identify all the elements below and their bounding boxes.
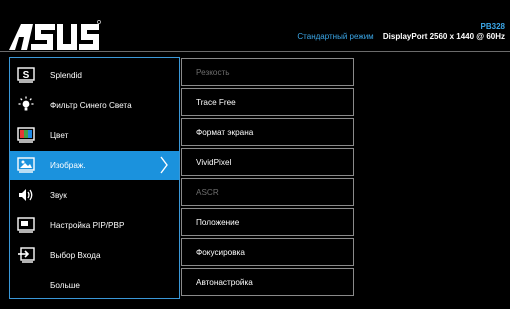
- submenu-item-auto-adjust[interactable]: Автонастройка: [181, 268, 354, 296]
- asus-logo: [9, 20, 101, 50]
- svg-text:S: S: [23, 70, 30, 81]
- input-select-icon: [17, 246, 35, 264]
- header-info: PB328 Стандартный режим DisplayPort 2560…: [297, 22, 505, 42]
- image-submenu: Резкость Trace Free Формат экрана VividP…: [181, 57, 356, 299]
- color-palette-icon: [17, 126, 35, 144]
- menu-item-bluelight[interactable]: Фильтр Синего Света: [10, 91, 179, 120]
- main-menu: S Splendid Фильтр Синего Света Цвет Изоб…: [9, 57, 180, 299]
- submenu-item-ascr: ASCR: [181, 178, 354, 206]
- header-divider: [0, 51, 510, 52]
- model-name: PB328: [480, 22, 505, 31]
- current-mode: Стандартный режим: [297, 32, 374, 41]
- menu-item-sound[interactable]: Звук: [10, 181, 179, 210]
- menu-item-label: Фильтр Синего Света: [50, 101, 132, 110]
- menu-item-label: Выбор Входа: [50, 251, 101, 260]
- submenu-item-sharpness: Резкость: [181, 58, 354, 86]
- submenu-item-trace-free[interactable]: Trace Free: [181, 88, 354, 116]
- chevron-right-icon: [159, 156, 169, 176]
- menu-item-image[interactable]: Изображ.: [10, 151, 179, 180]
- splendid-s-icon: S: [17, 66, 35, 84]
- input-status: DisplayPort 2560 x 1440 @ 60Hz: [382, 32, 505, 41]
- submenu-item-aspect-control[interactable]: Формат экрана: [181, 118, 354, 146]
- submenu-item-focus[interactable]: Фокусировка: [181, 238, 354, 266]
- menu-item-label: Splendid: [50, 71, 82, 80]
- menu-item-label: Цвет: [50, 131, 69, 140]
- image-icon: [17, 156, 35, 174]
- menu-item-label: Изображ.: [50, 161, 86, 170]
- menu-item-splendid[interactable]: S Splendid: [10, 61, 179, 90]
- submenu-item-vividpixel[interactable]: VividPixel: [181, 148, 354, 176]
- menu-item-input-select[interactable]: Выбор Входа: [10, 241, 179, 270]
- menu-item-color[interactable]: Цвет: [10, 121, 179, 150]
- menu-item-label: Больше: [50, 281, 80, 290]
- menu-item-pip-pbp[interactable]: Настройка PIP/PBP: [10, 211, 179, 240]
- bluelight-bulb-icon: [17, 96, 35, 114]
- menu-item-label: Настройка PIP/PBP: [50, 221, 125, 230]
- submenu-item-position[interactable]: Положение: [181, 208, 354, 236]
- speaker-icon: [17, 186, 35, 204]
- menu-item-label: Звук: [50, 191, 67, 200]
- pip-monitor-icon: [17, 216, 35, 234]
- menu-item-more[interactable]: Больше: [10, 271, 179, 300]
